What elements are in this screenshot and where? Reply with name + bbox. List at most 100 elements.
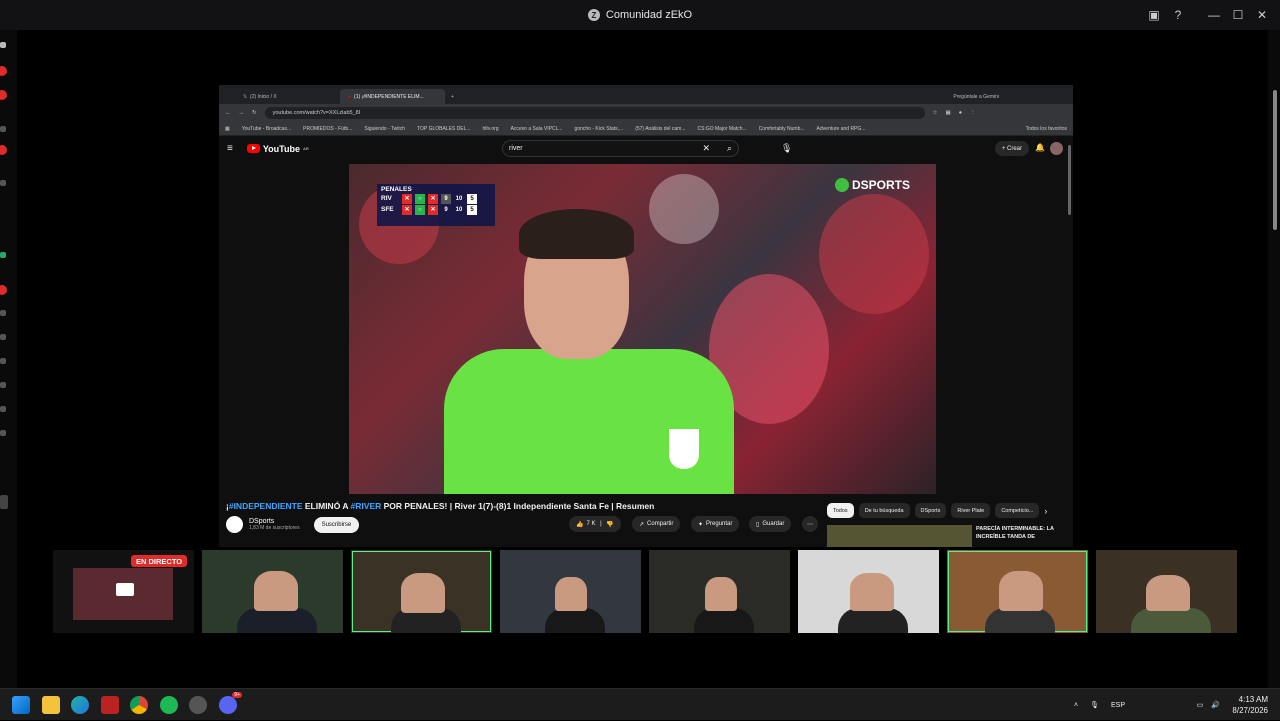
edge-icon[interactable] <box>71 696 89 714</box>
forward-icon[interactable]: → <box>239 110 245 116</box>
extensions-icon[interactable]: ▦ <box>946 110 951 116</box>
bookmark-item[interactable]: Acceso a Sala VIPCL... <box>511 126 563 132</box>
voice-user-icon[interactable] <box>0 334 6 340</box>
voice-user-icon[interactable] <box>0 382 6 388</box>
back-icon[interactable]: ← <box>225 110 231 116</box>
share-button[interactable]: ↗ Compartir <box>632 516 681 532</box>
bookmark-item[interactable]: Comfortably Numb... <box>759 126 805 132</box>
voice-user-icon[interactable] <box>0 358 6 364</box>
participant-tile[interactable] <box>649 550 790 633</box>
chevron-right-icon[interactable]: › <box>1044 506 1047 516</box>
youtube-scrollbar[interactable] <box>1068 145 1071 215</box>
volume-icon[interactable]: 🔊 <box>1211 701 1220 709</box>
channel-name[interactable]: DSports <box>249 518 300 525</box>
page-scrollbar[interactable] <box>1268 30 1280 688</box>
server-icon[interactable] <box>0 126 6 132</box>
tray-chevron-icon[interactable]: ˄ <box>1074 702 1078 709</box>
file-explorer-icon[interactable] <box>42 696 60 714</box>
address-bar[interactable]: youtube.com/watch?v=XXLzlab5_8I <box>264 107 925 119</box>
inbox-icon[interactable]: ▣ <box>1142 0 1166 30</box>
voice-user-icon[interactable] <box>0 310 6 316</box>
server-icon[interactable] <box>0 180 6 186</box>
windows-start-icon[interactable] <box>12 696 30 714</box>
system-clock[interactable]: 4:13 AM 8/27/2026 <box>1232 694 1268 716</box>
scrollbar-thumb[interactable] <box>1273 90 1277 230</box>
chip[interactable]: De tu búsqueda <box>858 503 910 518</box>
steam-icon[interactable] <box>189 696 207 714</box>
video-player[interactable]: PENALES RIV ✕ ○ ✕ 9 10 5 SFE ✕ ○ ✕ 9 10 5 DSPORT… <box>349 164 936 494</box>
panel-toggle-icon[interactable] <box>0 495 8 509</box>
server-badge-icon[interactable] <box>0 285 7 295</box>
chip[interactable]: DSports <box>914 503 947 518</box>
bookmark-item[interactable]: TOP GLOBALES DEL... <box>417 126 470 132</box>
team-label: RIV <box>381 195 392 202</box>
language-indicator[interactable]: ESP <box>1111 702 1125 709</box>
all-bookmarks[interactable]: Todos los favoritos <box>1026 126 1067 132</box>
help-icon[interactable]: ? <box>1166 0 1190 30</box>
menu-icon[interactable]: ⋮ <box>970 110 976 116</box>
voice-user-icon[interactable] <box>0 406 6 412</box>
voice-search-icon[interactable]: 🎙 <box>781 143 792 154</box>
bookmark-item[interactable]: PROMIEDOS - Fútb... <box>303 126 352 132</box>
hashtag-link[interactable]: #RIVER <box>351 501 382 511</box>
like-button[interactable]: 👍 7 K | 👎 <box>569 516 621 532</box>
spotify-icon[interactable] <box>160 696 178 714</box>
hashtag-link[interactable]: #INDEPENDIENTE <box>229 501 303 511</box>
stream-tile[interactable]: EN DIRECTO <box>53 550 194 633</box>
gemini-button[interactable]: Pregúntale a Gemini <box>953 94 999 100</box>
server-badge-icon[interactable] <box>0 90 7 100</box>
hamburger-menu-icon[interactable]: ≡ <box>227 143 233 154</box>
participant-tile-speaking[interactable] <box>351 550 492 633</box>
save-button[interactable]: ▯ Guardar <box>749 516 792 532</box>
participant-tile[interactable] <box>1096 550 1237 633</box>
goalkeeper-hair <box>519 209 634 259</box>
microphone-icon[interactable]: 🎙 <box>1090 701 1099 709</box>
channel-avatar[interactable] <box>226 516 243 533</box>
participant-tile[interactable] <box>202 550 343 633</box>
server-badge-icon[interactable] <box>0 66 7 76</box>
tab-x[interactable]: 𝕏 (2) Inicio / X <box>235 89 340 104</box>
bookmark-item[interactable]: YouTube - Broadcas... <box>242 126 291 132</box>
server-icon[interactable] <box>0 252 6 258</box>
star-icon[interactable]: ☆ <box>933 110 938 116</box>
chip[interactable]: Competicio... <box>995 503 1040 518</box>
app-icon[interactable] <box>101 696 119 714</box>
maximize-button[interactable]: ☐ <box>1226 0 1250 30</box>
apps-icon[interactable]: ▦ <box>225 126 230 132</box>
bookmark-item[interactable]: Adventure and RPG... <box>817 126 866 132</box>
ask-button[interactable]: ✦ Preguntar <box>691 516 740 532</box>
search-input[interactable]: river ✕ ⌕ <box>502 140 739 157</box>
participant-tile[interactable] <box>798 550 939 633</box>
discord-icon[interactable]: 9+ <box>219 692 242 714</box>
profile-icon[interactable]: ● <box>959 110 962 116</box>
add-server-icon[interactable] <box>0 42 6 48</box>
bookmark-item[interactable]: CS:GO Major Match... <box>698 126 747 132</box>
new-tab-icon[interactable]: + <box>451 94 454 100</box>
chrome-icon[interactable] <box>130 696 148 714</box>
youtube-logo[interactable]: YouTube AR <box>246 144 309 154</box>
server-badge-icon[interactable] <box>0 145 7 155</box>
close-button[interactable]: ✕ <box>1250 0 1274 30</box>
participant-tile-speaking[interactable] <box>947 550 1088 633</box>
chip[interactable]: River Plate <box>951 503 991 518</box>
voice-user-icon[interactable] <box>0 430 6 436</box>
suggested-video-title[interactable]: PARECÍA INTERMINABLE: LA INCREÍBLE TANDA… <box>976 525 1066 541</box>
bookmark-item[interactable]: (57) Análisis del cam... <box>635 126 685 132</box>
bookmark-item[interactable]: goncho - Kick Stats,... <box>575 126 624 132</box>
account-avatar[interactable] <box>1050 142 1063 155</box>
notifications-icon[interactable]: 🔔 <box>1035 143 1045 152</box>
create-button[interactable]: + Crear <box>994 141 1029 156</box>
reload-icon[interactable]: ↻ <box>252 110 257 116</box>
more-actions-button[interactable]: ⋯ <box>802 516 818 532</box>
participant-tile[interactable] <box>500 550 641 633</box>
network-icon[interactable]: ▭ <box>1197 701 1204 709</box>
minimize-button[interactable]: — <box>1202 0 1226 30</box>
bookmark-item[interactable]: Siguiendo - Twitch <box>364 126 405 132</box>
search-icon[interactable]: ⌕ <box>727 143 732 154</box>
tab-youtube[interactable]: ● (1) ¡#INDEPENDIENTE ELIM... <box>340 89 445 104</box>
clear-search-icon[interactable]: ✕ <box>702 143 710 154</box>
subscribe-button[interactable]: Suscribirse <box>313 516 360 533</box>
bookmark-item[interactable]: hltv.org <box>483 126 499 132</box>
suggested-video-thumbnail[interactable] <box>827 525 972 547</box>
chip[interactable]: Todos <box>827 503 854 518</box>
